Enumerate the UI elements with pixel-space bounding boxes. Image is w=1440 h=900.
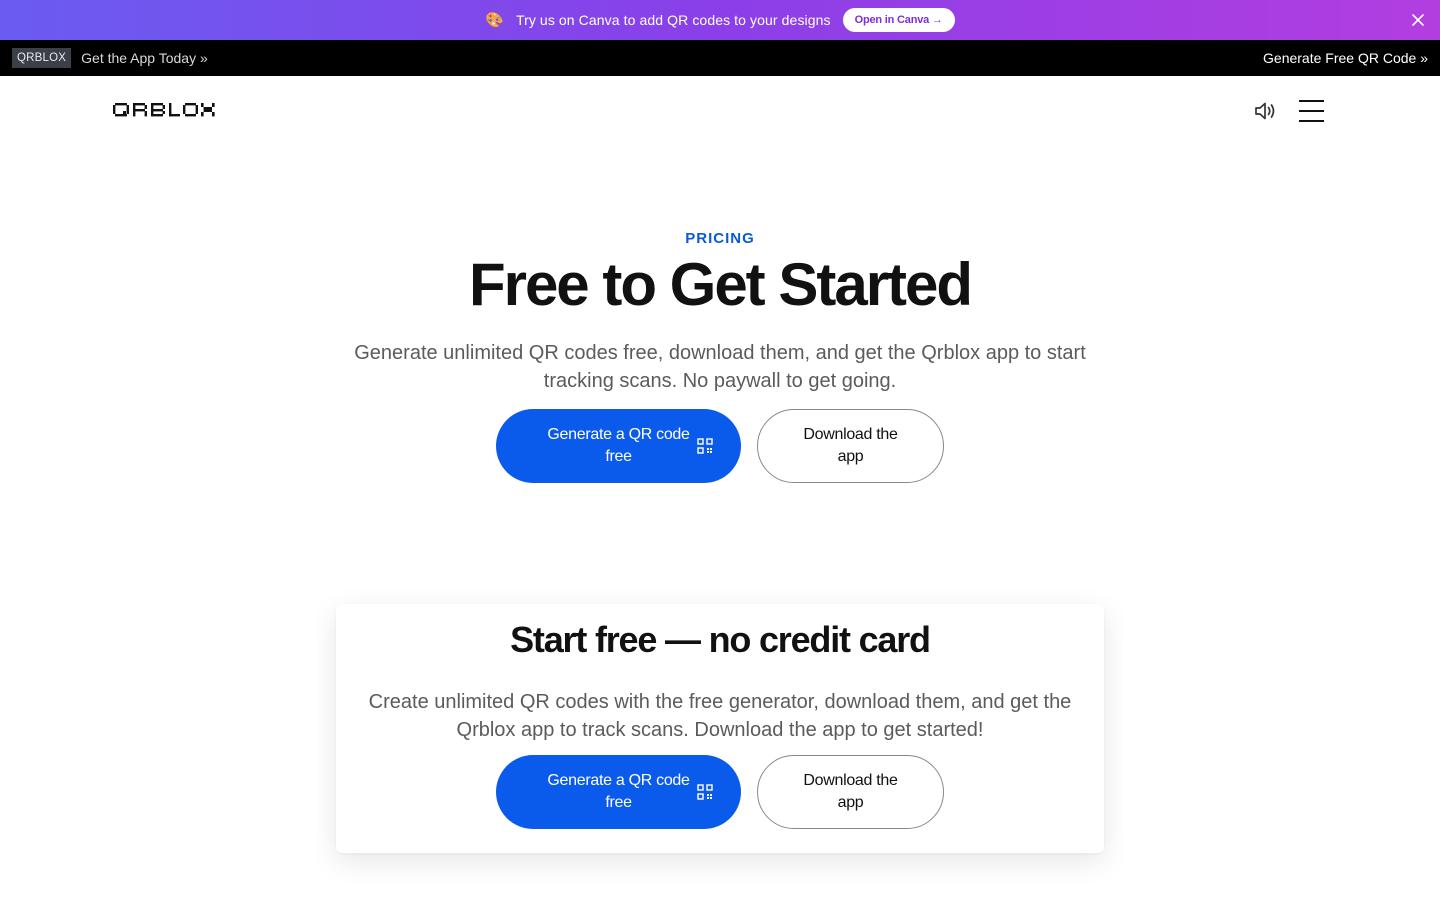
- hero-subtitle: Generate unlimited QR codes free, downlo…: [354, 342, 1086, 392]
- close-icon[interactable]: [1410, 12, 1426, 28]
- promo-text: Try us on Canva to add QR codes to your …: [515, 12, 831, 28]
- brand-chip: QRBLOX: [12, 48, 72, 68]
- hero-cta-row: Generate a QR code free Download the app: [496, 409, 944, 483]
- qr-code-icon: [697, 784, 713, 800]
- card-generate-qr-button-label: Generate a QR code free: [547, 772, 690, 811]
- card-download-app-button[interactable]: Download the app: [757, 755, 944, 829]
- generate-qr-button-label: Generate a QR code free: [547, 426, 690, 465]
- main-nav: [0, 76, 1440, 146]
- palette-icon: 🎨: [485, 12, 504, 29]
- open-in-canva-button[interactable]: Open in Canva →: [842, 8, 955, 32]
- card-cta-row: Generate a QR code free Download the app: [496, 755, 944, 829]
- generate-free-qr-link[interactable]: Generate Free QR Code »: [1263, 50, 1428, 66]
- page-title: Free to Get Started: [468, 251, 973, 318]
- hamburger-menu-icon[interactable]: [1299, 100, 1325, 124]
- download-app-button[interactable]: Download the app: [757, 409, 944, 483]
- qr-code-icon: [697, 438, 713, 454]
- card-subtitle: Create unlimited QR codes with the free …: [368, 691, 1072, 741]
- generate-qr-button[interactable]: Generate a QR code free: [496, 409, 741, 483]
- qrblox-logo[interactable]: [113, 100, 215, 120]
- hero-section: PRICING Free to Get Started Generate unl…: [0, 230, 1440, 395]
- app-promo-bar: QRBLOX Get the App Today » Generate Free…: [0, 40, 1440, 76]
- sound-icon[interactable]: [1254, 100, 1278, 122]
- promo-banner: 🎨 Try us on Canva to add QR codes to you…: [0, 0, 1440, 40]
- card-generate-qr-button[interactable]: Generate a QR code free: [496, 755, 741, 829]
- section-eyebrow: PRICING: [685, 230, 755, 247]
- download-app-button-label: Download the app: [803, 426, 898, 465]
- card-title: Start free — no credit card: [510, 619, 931, 660]
- card-download-app-button-label: Download the app: [803, 772, 898, 811]
- get-app-link[interactable]: Get the App Today »: [81, 50, 208, 66]
